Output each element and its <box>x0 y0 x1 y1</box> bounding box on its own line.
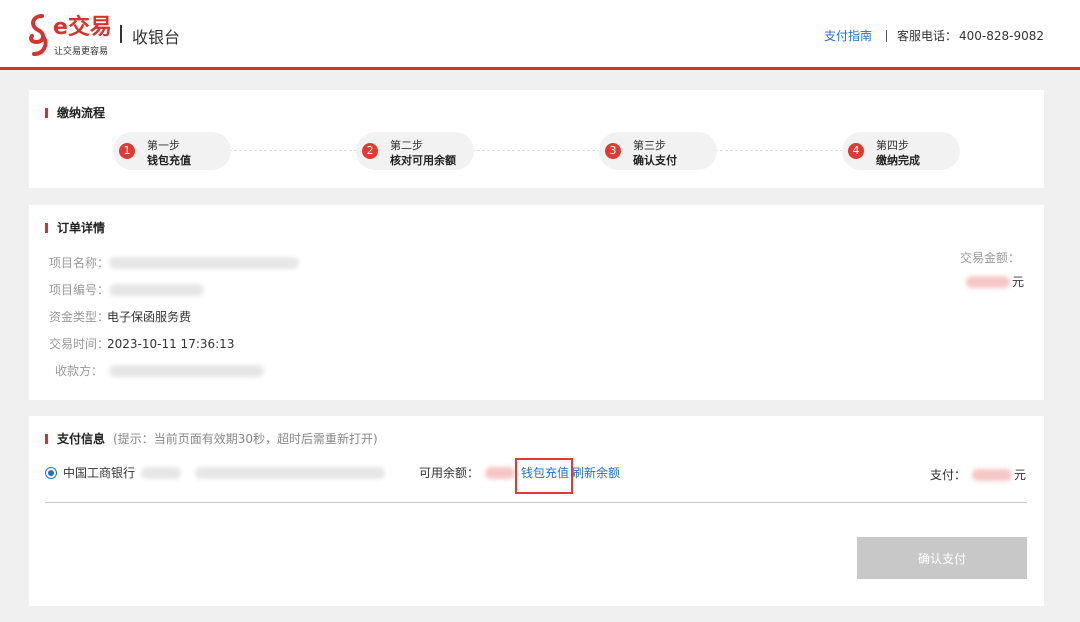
field-label: 项目编号： <box>49 283 110 297</box>
page-title: 收银台 <box>132 28 181 47</box>
field-label: 收款方： <box>54 364 103 378</box>
bank-option[interactable]: 中国工商银行 <box>45 464 386 481</box>
field-label: 资金类型： <box>49 310 110 324</box>
logo-subtitle: 让交易更容易 <box>54 47 109 57</box>
redacted-account-detail <box>195 466 386 479</box>
pay-amount: 支付： 元 <box>930 466 1026 483</box>
payment-hint: (提示：当前页面有效期30秒，超时后需重新打开) <box>113 432 378 446</box>
available-balance: 可用余额： <box>419 464 516 481</box>
payment-title-text: 支付信息 <box>57 432 106 446</box>
process-card: 缴纳流程 1 第一步 钱包充值 2 第二步 核对可用余额 3 第三步 确认支付 … <box>29 90 1044 188</box>
redacted-value <box>109 364 264 377</box>
order-card: 订单详情 项目名称： 项目编号： 资金类型： 电子保函服务费 交易时间： 202… <box>29 205 1044 400</box>
step-number: 1 <box>119 143 135 159</box>
section-marker <box>45 433 48 444</box>
payment-title: 支付信息 (提示：当前页面有效期30秒，超时后需重新打开) <box>45 430 378 447</box>
field-value: 电子保函服务费 <box>107 310 192 324</box>
step-label: 第一步 <box>147 139 180 152</box>
order-title: 订单详情 <box>45 219 105 236</box>
payment-guide-link[interactable]: 支付指南 <box>824 27 872 44</box>
step-connector <box>229 150 357 151</box>
payment-card: 支付信息 (提示：当前页面有效期30秒，超时后需重新打开) 中国工商银行 可用余… <box>29 416 1044 606</box>
order-title-text: 订单详情 <box>57 221 106 235</box>
step-label: 第四步 <box>876 139 909 152</box>
step-number: 2 <box>362 143 378 159</box>
step-label: 第三步 <box>633 139 666 152</box>
wallet-recharge-link[interactable]: 钱包充值 <box>521 464 569 481</box>
step-name: 缴纳完成 <box>876 154 920 167</box>
logo-title: e交易 <box>53 15 112 40</box>
redacted-balance <box>485 466 516 479</box>
redacted-amount <box>965 275 1010 288</box>
process-title: 缴纳流程 <box>45 104 105 121</box>
divider <box>45 502 1027 503</box>
bank-radio[interactable] <box>45 466 57 479</box>
hotline-value: 400-828-9082 <box>958 28 1044 43</box>
amount-label: 交易金额： <box>959 251 1020 265</box>
step-2: 2 第二步 核对可用余额 <box>356 132 474 170</box>
step-name: 确认支付 <box>633 154 677 167</box>
step-connector <box>715 150 843 151</box>
field-value: 2023-10-11 17:36:13 <box>107 336 235 351</box>
section-marker <box>45 107 48 118</box>
step-name: 核对可用余额 <box>390 154 456 167</box>
step-number: 4 <box>848 143 864 159</box>
pay-unit: 元 <box>1013 468 1026 482</box>
redacted-account <box>141 466 182 479</box>
redacted-pay-amount <box>971 468 1012 481</box>
redacted-value <box>109 283 204 296</box>
order-field-time: 交易时间： 2023-10-11 17:36:13 <box>49 335 234 352</box>
step-4: 4 第四步 缴纳完成 <box>842 132 960 170</box>
bank-name: 中国工商银行 <box>63 466 136 480</box>
field-label: 交易时间： <box>49 337 110 351</box>
process-title-text: 缴纳流程 <box>57 106 106 120</box>
step-number: 3 <box>605 143 621 159</box>
logo: e交易 让交易更容易 <box>28 14 118 58</box>
confirm-pay-button[interactable]: 确认支付 <box>857 537 1027 579</box>
header-right-divider <box>885 29 887 42</box>
pay-label: 支付： <box>929 468 966 482</box>
step-1: 1 第一步 钱包充值 <box>113 132 231 170</box>
field-label: 项目名称： <box>49 256 110 270</box>
step-label: 第二步 <box>390 139 423 152</box>
redacted-value <box>109 256 299 269</box>
available-label: 可用余额： <box>419 466 480 480</box>
order-field-fund-type: 资金类型： 电子保函服务费 <box>49 308 191 325</box>
step-3: 3 第三步 确认支付 <box>599 132 717 170</box>
amount-unit: 元 <box>1011 275 1024 289</box>
section-marker <box>45 222 48 233</box>
header: e交易 让交易更容易 收银台 支付指南 客服电话： 400-828-9082 <box>0 0 1080 70</box>
header-divider <box>120 25 122 43</box>
order-field-payee: 收款方： <box>49 362 264 379</box>
step-name: 钱包充值 <box>147 154 191 167</box>
header-right: 支付指南 客服电话： 400-828-9082 <box>824 27 1044 44</box>
order-field-project-name: 项目名称： <box>49 254 299 271</box>
hotline-label: 客服电话： <box>896 29 957 43</box>
step-connector <box>472 150 600 151</box>
refresh-balance-link[interactable]: 刷新余额 <box>572 464 620 481</box>
order-field-project-no: 项目编号： <box>49 281 204 298</box>
logo-mark-icon <box>29 14 48 56</box>
amount-row: 元 <box>960 273 1024 290</box>
